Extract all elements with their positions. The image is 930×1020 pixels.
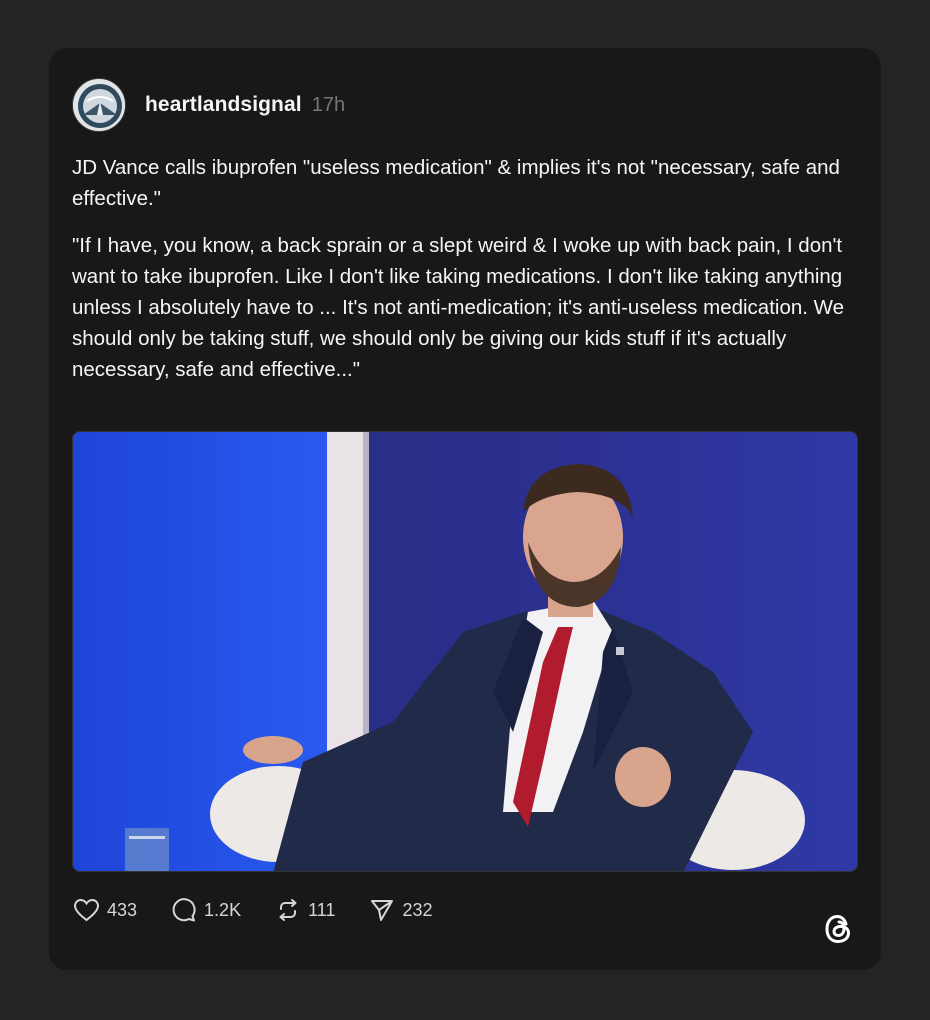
send-icon <box>369 898 402 922</box>
post-card: heartlandsignal 17h JD Vance calls ibupr… <box>49 48 881 970</box>
heart-icon <box>73 898 107 922</box>
post-text-paragraph-1: JD Vance calls ibuprofen "useless medica… <box>72 156 840 210</box>
share-button[interactable]: 232 <box>369 898 433 922</box>
repost-icon <box>275 898 308 922</box>
repost-count: 111 <box>308 899 336 920</box>
post-video-thumbnail[interactable] <box>72 431 858 872</box>
repost-button[interactable]: 111 <box>275 898 335 922</box>
post-timestamp: 17h <box>311 93 346 116</box>
reply-count: 1.2K <box>204 899 242 920</box>
reply-button[interactable]: 1.2K <box>171 897 241 923</box>
share-count: 232 <box>402 899 433 920</box>
post-text-paragraph-2: "If I have, you know, a back sprain or a… <box>72 234 845 381</box>
like-button[interactable]: 433 <box>73 898 137 922</box>
avatar[interactable] <box>72 78 126 132</box>
username[interactable]: heartlandsignal <box>145 93 302 117</box>
post-actions: 433 1.2K 111 232 <box>73 895 467 925</box>
threads-logo-icon[interactable] <box>821 911 857 947</box>
post-header: heartlandsignal 17h <box>72 78 345 132</box>
like-count: 433 <box>107 899 138 920</box>
comment-bubble-icon <box>171 897 204 923</box>
